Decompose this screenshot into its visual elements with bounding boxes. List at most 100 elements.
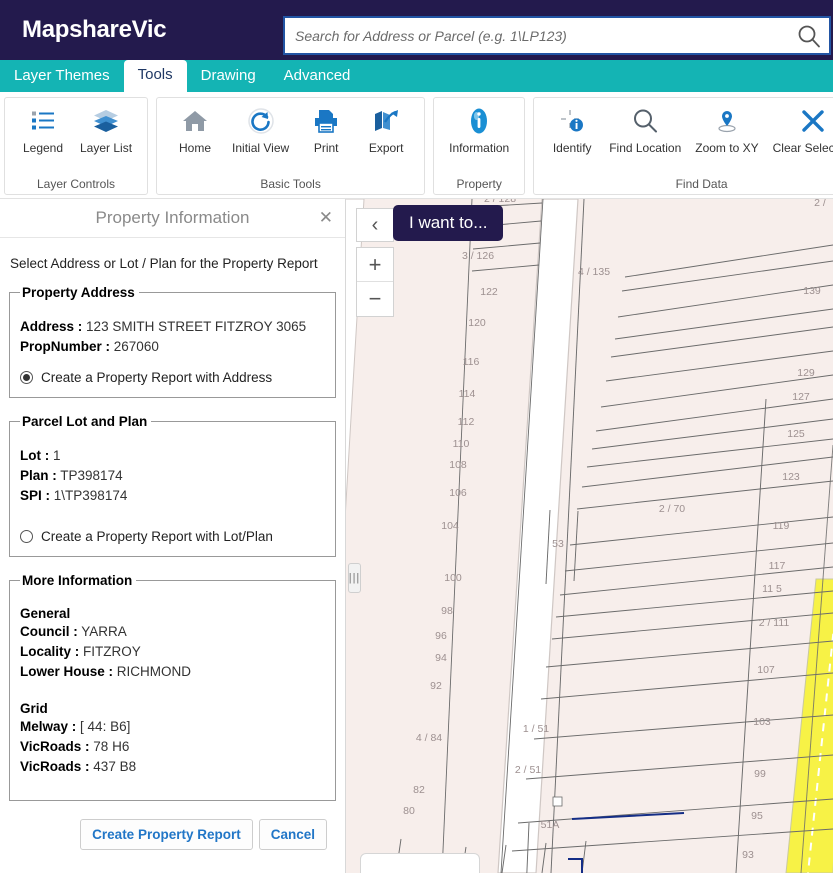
ribbon-label-find-location: Find Location [609,141,682,155]
tab-drawing[interactable]: Drawing [187,61,270,92]
more-information-fieldset: More Information General Council : YARRA… [9,573,336,801]
property-information-panel: Property Information ✕ Select Address or… [0,199,346,873]
map-bottom-widget[interactable] [360,853,480,873]
i-want-to-button[interactable]: I want to... [393,205,504,241]
field-plan-key: Plan : [20,468,57,483]
parcel-label: 96 [435,630,447,642]
ribbon-button-identify[interactable]: Identify [542,102,602,155]
ribbon-label-layer-list: Layer List [80,141,133,155]
more-info-general-heading: General [20,606,71,621]
parcel-label: 95 [751,810,763,822]
x-cross-icon [800,104,826,138]
field-spi-key: SPI : [20,488,51,503]
ribbon-button-layer-list[interactable]: Layer List [73,102,139,155]
field-melway-key: Melway : [20,719,77,734]
export-arrow-icon [372,104,400,138]
parcel-label: 112 [458,416,475,428]
mapsharevic-application: MapshareVic Layer Themes Tools Drawing A… [0,0,833,873]
radio-lot-plan-indicator[interactable] [20,530,33,543]
map-pin-icon [714,104,740,138]
more-information-legend: More Information [22,573,133,588]
chevron-left-icon: ‹ [371,213,379,236]
radio-create-report-with-address[interactable]: Create a Property Report with Address [20,370,325,385]
create-property-report-button[interactable]: Create Property Report [80,819,253,850]
field-vicroads-2-key: VicRoads : [20,759,90,774]
parcel-label: 11 5 [762,583,782,595]
ribbon-button-find-location[interactable]: Find Location [602,102,688,155]
radio-address-indicator[interactable] [20,371,33,384]
parcel-label: 80 [403,805,415,817]
ribbon-group-basic-tools: Home Initial View Print Export Basic Too… [156,97,426,195]
ribbon-label-zoom-to-xy: Zoom to XY [695,141,759,155]
field-lower-house: Lower House : RICHMOND [20,663,325,681]
main-tab-bar: Layer Themes Tools Drawing Advanced [0,60,833,92]
ribbon-group-title-basic-tools: Basic Tools [260,177,321,191]
ribbon-button-export[interactable]: Export [356,102,416,155]
parcel-label: 123 [782,471,800,483]
field-vicroads-1-value: 78 H6 [93,739,130,754]
ribbon-button-zoom-to-xy[interactable]: Zoom to XY [688,102,765,155]
panel-intro-text: Select Address or Lot / Plan for the Pro… [10,256,318,271]
ribbon-label-print: Print [313,141,339,155]
ribbon-button-information[interactable]: Information [442,102,516,155]
field-vicroads-1-key: VicRoads : [20,739,90,754]
parcel-lot-plan-legend: Parcel Lot and Plan [22,414,148,429]
ribbon-button-print[interactable]: Print [296,102,356,155]
parcel-label: 139 [803,285,821,297]
tab-advanced[interactable]: Advanced [270,61,365,92]
search-input[interactable] [285,18,789,53]
ribbon-group-title-find-data: Find Data [675,177,728,191]
property-address-legend: Property Address [22,285,135,300]
panel-close-button[interactable]: ✕ [319,208,333,228]
refresh-circle-icon [247,104,275,138]
parcel-label: 100 [444,572,462,584]
ribbon-label-initial-view: Initial View [232,141,290,155]
field-locality-value: FITZROY [83,644,141,659]
tab-layer-themes[interactable]: Layer Themes [0,61,124,92]
parcel-label: 104 [441,520,459,532]
panel-title: Property Information [95,208,250,227]
printer-icon [313,104,339,138]
panel-collapse-button[interactable]: ‹ [356,208,394,242]
tab-tools[interactable]: Tools [123,60,187,92]
ribbon-label-export: Export [368,141,404,155]
parcel-label: 120 [468,317,486,329]
field-melway: Melway : [ 44: B6] [20,718,325,736]
parcel-label: 2 / 51 [515,764,541,776]
ribbon-button-legend[interactable]: Legend [13,102,73,155]
parcel-label: 2 / 111 [759,617,790,629]
parcel-label: 4 / 135 [578,266,610,278]
parcel-label: 110 [453,438,470,450]
parcel-label: 114 [459,388,476,400]
field-spi: SPI : 1\TP398174 [20,487,325,505]
ribbon-group-layer-controls: Legend Layer List Layer Controls [4,97,149,195]
field-propnumber: PropNumber : 267060 [20,338,325,356]
ribbon-button-clear-selection[interactable]: Clear Selection [766,102,833,155]
field-plan-value: TP398174 [60,468,123,483]
ribbon-button-initial-view[interactable]: Initial View [225,102,296,155]
search-bar[interactable] [283,16,831,55]
map-viewport[interactable]: 2 / 128 2 /3 / 126 4 / 135 122 139 120 116 129 1… [346,199,833,873]
field-lower-house-key: Lower House : [20,664,114,679]
field-propnumber-value: 267060 [113,339,159,354]
parcel-label: 117 [769,560,786,572]
zoom-in-button[interactable]: + [357,248,393,282]
zoom-out-button[interactable]: − [357,282,393,316]
field-address-key: Address : [20,319,83,334]
field-vicroads-2-value: 437 B8 [93,759,137,774]
cancel-button[interactable]: Cancel [258,819,327,850]
parcel-label: 53 [552,538,564,550]
search-icon [798,25,820,47]
parcel-label: 2 / [814,199,826,209]
ribbon-group-property: Information Property [433,97,526,195]
parcel-label: 3 / 126 [462,250,494,262]
home-icon [181,104,209,138]
search-button[interactable] [789,18,829,53]
ribbon-button-home[interactable]: Home [165,102,225,155]
parcel-label: 4 / 84 [416,732,442,744]
ribbon-label-home: Home [179,141,212,155]
panel-map-splitter[interactable]: ||| [348,563,361,593]
layers-stack-icon [92,104,120,138]
zoom-controls: + − [356,247,394,317]
radio-create-report-with-lot-plan[interactable]: Create a Property Report with Lot/Plan [20,529,325,544]
